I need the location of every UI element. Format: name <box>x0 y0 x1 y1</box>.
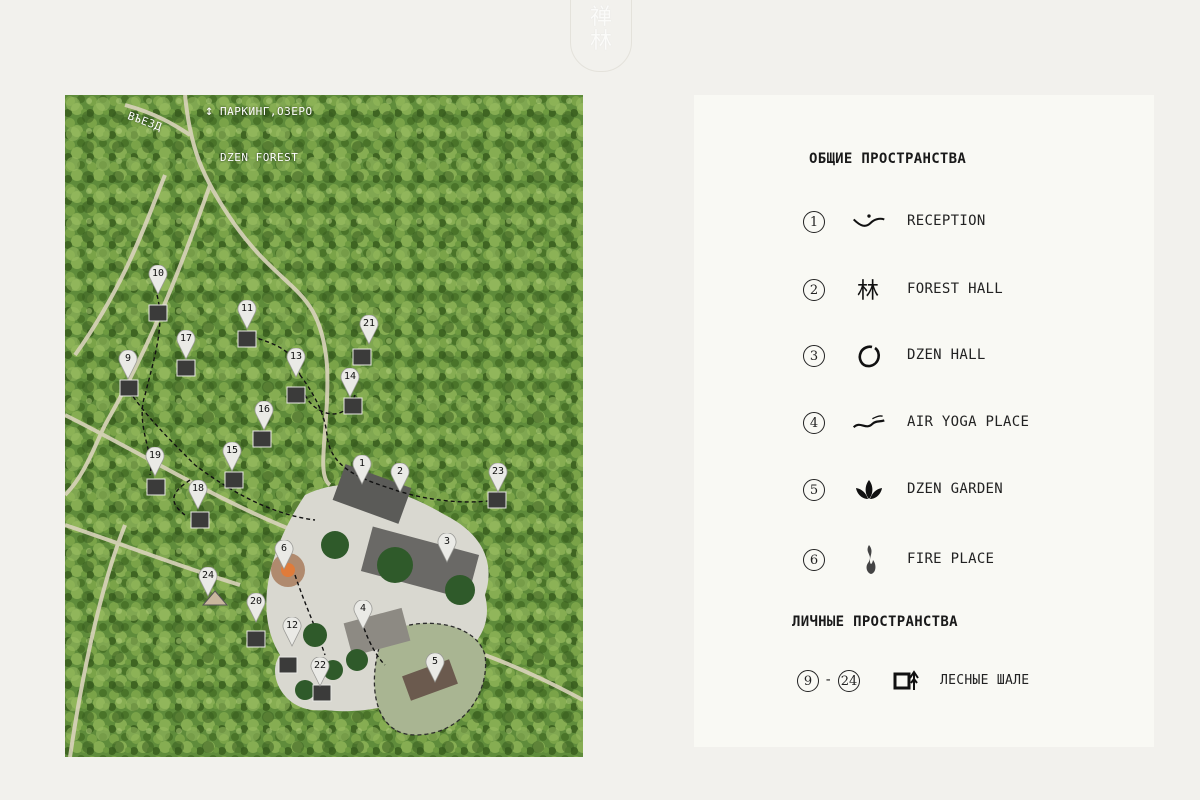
marker-number: 2 <box>396 466 404 477</box>
legend-item-label: DZEN HALL <box>907 347 986 363</box>
map-marker-13[interactable]: 13 <box>286 348 306 378</box>
marker-number: 9 <box>124 353 132 364</box>
legend-number-badge: 1 <box>803 211 825 233</box>
reception-icon <box>852 207 886 237</box>
legend-panel: ОБЩИЕ ПРОСТРАНСТВА 1 RECEPTION 2 林 FOREST HA… <box>694 95 1154 747</box>
private-label: ЛЕСНЫЕ ШАЛЕ <box>940 673 1030 688</box>
map-marker-21[interactable]: 21 <box>359 315 379 345</box>
marker-number: 17 <box>179 333 193 344</box>
marker-number: 1 <box>358 458 366 469</box>
private-from-badge: 9 <box>797 670 819 692</box>
legend-item-4: 4 AIR YOGA PLACE <box>694 408 1154 438</box>
private-spaces-title: ЛИЧНЫЕ ПРОСТРАНСТВА <box>792 614 958 630</box>
legend-number-badge: 3 <box>803 345 825 367</box>
marker-number: 10 <box>151 268 165 279</box>
private-dash: - <box>824 672 833 688</box>
legend-number-badge: 4 <box>803 412 825 434</box>
map-marker-10[interactable]: 10 <box>148 265 168 295</box>
map-marker-16[interactable]: 16 <box>254 401 274 431</box>
legend-item-2: 2 林 FOREST HALL <box>694 275 1154 305</box>
marker-number: 11 <box>240 303 254 314</box>
svg-text:林: 林 <box>857 279 879 304</box>
marker-number: 6 <box>280 543 288 554</box>
map-marker-1[interactable]: 1 <box>352 455 372 485</box>
lotus-icon <box>852 475 886 505</box>
map-marker-22[interactable]: 22 <box>310 657 330 687</box>
logo: 禅 林 <box>570 0 632 72</box>
direction-down-label: DZEN FOREST <box>220 151 299 164</box>
flame-icon <box>852 545 886 575</box>
common-spaces-title: ОБЩИЕ ПРОСТРАНСТВА <box>809 151 967 167</box>
marker-number: 13 <box>289 351 303 362</box>
legend-item-label: AIR YOGA PLACE <box>907 414 1030 430</box>
marker-number: 20 <box>249 596 263 607</box>
legend-item-1: 1 RECEPTION <box>694 207 1154 237</box>
map-marker-9[interactable]: 9 <box>118 350 138 380</box>
legend-number-badge: 2 <box>803 279 825 301</box>
legend-number-badge: 5 <box>803 479 825 501</box>
marker-number: 14 <box>343 371 357 382</box>
map-marker-6[interactable]: 6 <box>274 540 294 570</box>
map-marker-23[interactable]: 23 <box>488 463 508 493</box>
direction-up-arrow: ↕ <box>205 103 214 119</box>
map-marker-20[interactable]: 20 <box>246 593 266 623</box>
chalet-icon <box>889 667 923 697</box>
map-marker-5[interactable]: 5 <box>425 653 445 683</box>
map-marker-19[interactable]: 19 <box>145 447 165 477</box>
map-marker-17[interactable]: 17 <box>176 330 196 360</box>
legend-item-3: 3 DZEN HALL <box>694 341 1154 371</box>
map-marker-14[interactable]: 14 <box>340 368 360 398</box>
marker-number: 19 <box>148 450 162 461</box>
map-marker-2[interactable]: 2 <box>390 463 410 493</box>
marker-number: 3 <box>443 536 451 547</box>
marker-number: 22 <box>313 660 327 671</box>
map-marker-12[interactable]: 12 <box>282 617 302 647</box>
marker-number: 18 <box>191 483 205 494</box>
legend-item-6: 6 FIRE PLACE <box>694 545 1154 575</box>
legend-item-label: DZEN GARDEN <box>907 481 1004 497</box>
legend-item-label: FOREST HALL <box>907 281 1004 297</box>
map-marker-4[interactable]: 4 <box>353 600 373 630</box>
forest-hall-icon: 林 <box>852 275 886 305</box>
map-marker-11[interactable]: 11 <box>237 300 257 330</box>
marker-number: 4 <box>359 603 367 614</box>
enso-circle-icon <box>852 341 886 371</box>
marker-number: 15 <box>225 445 239 456</box>
marker-number: 23 <box>491 466 505 477</box>
legend-number-badge: 6 <box>803 549 825 571</box>
logo-char-1: 禅 <box>589 5 612 30</box>
marker-number: 24 <box>201 570 215 581</box>
site-map: ВЪЕЗД ↕ ПАРКИНГ,ОЗЕРО DZEN FOREST 123456… <box>65 95 583 757</box>
logo-char-2: 林 <box>589 29 612 54</box>
legend-item-5: 5 DZEN GARDEN <box>694 475 1154 505</box>
marker-number: 12 <box>285 620 299 631</box>
private-to-badge: 24 <box>838 670 860 692</box>
legend-item-label: FIRE PLACE <box>907 551 995 567</box>
private-row: 9 - 24 ЛЕСНЫЕ ШАЛЕ <box>694 667 1154 697</box>
air-wave-icon <box>852 408 886 438</box>
direction-up-label: ПАРКИНГ,ОЗЕРО <box>220 105 313 118</box>
marker-number: 21 <box>362 318 376 329</box>
map-marker-3[interactable]: 3 <box>437 533 457 563</box>
marker-number: 16 <box>257 404 271 415</box>
map-marker-15[interactable]: 15 <box>222 442 242 472</box>
marker-number: 5 <box>431 656 439 667</box>
legend-item-label: RECEPTION <box>907 213 986 229</box>
map-marker-24[interactable]: 24 <box>198 567 218 597</box>
map-marker-18[interactable]: 18 <box>188 480 208 510</box>
